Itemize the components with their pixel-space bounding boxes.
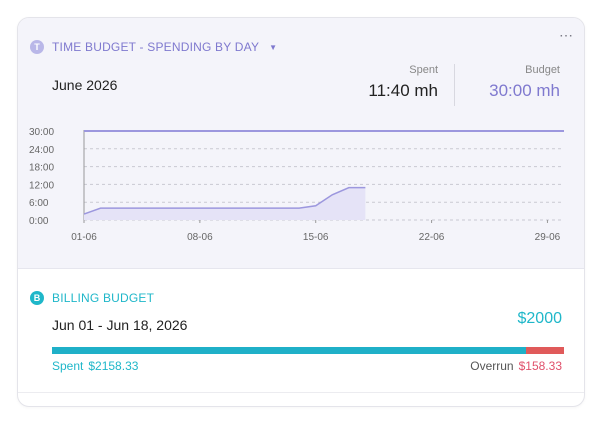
billing-overrun-label: Overrun (470, 359, 514, 373)
billing-spent-value: $2158.33 (88, 359, 139, 373)
billing-spent: Spent $2158.33 (52, 359, 138, 373)
billing-spent-label: Spent (52, 359, 84, 373)
x-tick-label: 29-06 (535, 232, 561, 243)
y-tick-label: 6:00 (29, 198, 49, 209)
y-tick-label: 0:00 (29, 216, 49, 227)
y-tick-label: 12:00 (29, 180, 54, 191)
billing-progress-bar (52, 347, 564, 354)
spending-chart: 30:00 24:00 18:00 12:00 6:00 0:00 01-06 08-06 15… (29, 127, 564, 243)
billing-amount: $2000 (517, 310, 563, 327)
billing-overrun-value: $158.33 (518, 359, 562, 373)
billing-period: Jun 01 - Jun 18, 2026 (52, 317, 188, 333)
billing-spent-fill (52, 347, 527, 354)
billing-budget-header: B BILLING BUDGET (30, 291, 154, 305)
time-budget-section: ⋯ T TIME BUDGET - SPENDING BY DAY ▼ June… (18, 18, 584, 269)
billing-overrun: Overrun $158.33 (470, 359, 562, 373)
x-tick-label: 15-06 (303, 232, 329, 243)
budget-card: ⋯ T TIME BUDGET - SPENDING BY DAY ▼ June… (17, 17, 585, 407)
x-tick-label: 01-06 (71, 232, 97, 243)
y-tick-label: 30:00 (29, 127, 54, 138)
billing-badge-icon: B (30, 291, 44, 305)
y-tick-label: 24:00 (29, 145, 54, 156)
y-tick-label: 18:00 (29, 163, 54, 174)
billing-budget-title: BILLING BUDGET (52, 291, 155, 305)
billing-overrun-fill (526, 347, 564, 354)
bottom-divider (18, 392, 584, 393)
x-tick-label: 22-06 (419, 232, 445, 243)
x-tick-label: 08-06 (187, 232, 213, 243)
